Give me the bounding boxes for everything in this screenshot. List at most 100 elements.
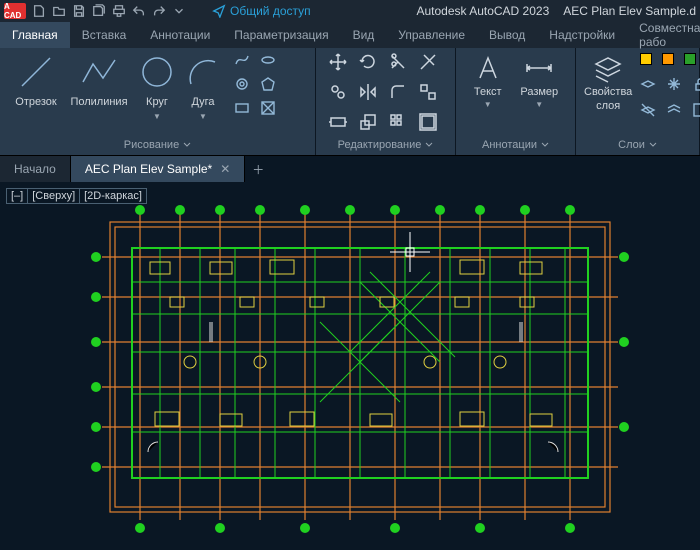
ribbon-tab-annotate[interactable]: Аннотации bbox=[138, 22, 222, 48]
drawing-canvas[interactable]: [–] [Сверху] [2D-каркас] bbox=[0, 182, 700, 548]
panel-draw-title-label: Рисование bbox=[124, 139, 179, 151]
panel-annotation-title[interactable]: Аннотации bbox=[464, 135, 567, 155]
layers-icon bbox=[592, 52, 624, 84]
panel-modify-title[interactable]: Редактирование bbox=[324, 135, 447, 155]
open-icon[interactable] bbox=[52, 4, 66, 18]
product-name: Autodesk AutoCAD 2023 bbox=[417, 4, 550, 18]
layer-lock-icon[interactable] bbox=[692, 76, 700, 92]
arc-icon bbox=[183, 52, 223, 92]
panel-layers-title-label: Слои bbox=[618, 139, 645, 151]
layer-freeze-icon[interactable] bbox=[666, 76, 682, 92]
doc-tab-current-label: AEC Plan Elev Sample* bbox=[85, 162, 212, 176]
polyline-icon bbox=[79, 52, 119, 92]
spline-icon[interactable] bbox=[234, 52, 250, 68]
chevron-down-icon bbox=[425, 141, 433, 149]
layer-state-row[interactable]: TEX bbox=[640, 52, 700, 66]
redo-icon[interactable] bbox=[152, 4, 166, 18]
layer-props-label1: Свойства bbox=[584, 86, 632, 98]
chevron-down-icon: ▼ bbox=[153, 112, 161, 121]
tool-dimension[interactable]: Размер ▼ bbox=[512, 52, 567, 109]
share-label: Общий доступ bbox=[230, 4, 311, 18]
layer-off-icon[interactable] bbox=[640, 102, 656, 118]
panel-annotation-title-label: Аннотации bbox=[482, 139, 537, 151]
sun-icon bbox=[662, 53, 674, 65]
text-icon bbox=[472, 52, 504, 84]
app-menu-button[interactable]: A CAD bbox=[4, 3, 26, 19]
ribbon-tab-home[interactable]: Главная bbox=[0, 22, 70, 48]
ribbon-tab-manage[interactable]: Управление bbox=[386, 22, 477, 48]
lock-icon bbox=[684, 53, 696, 65]
mirror-icon[interactable] bbox=[358, 82, 378, 102]
move-icon[interactable] bbox=[328, 52, 348, 72]
ribbon: Отрезок Полилиния Круг ▼ Дуга ▼ bbox=[0, 48, 700, 156]
tool-dim-label: Размер bbox=[520, 86, 558, 98]
ribbon-tab-insert[interactable]: Вставка bbox=[70, 22, 139, 48]
chevron-down-icon: ▼ bbox=[535, 100, 543, 109]
undo-icon[interactable] bbox=[132, 4, 146, 18]
rotate-icon[interactable] bbox=[358, 52, 378, 72]
title-bar-text: Autodesk AutoCAD 2023 AEC Plan Elev Samp… bbox=[417, 4, 697, 18]
plot-icon[interactable] bbox=[112, 4, 126, 18]
tool-polyline[interactable]: Полилиния bbox=[64, 52, 134, 132]
tool-circle[interactable]: Круг ▼ bbox=[134, 52, 180, 132]
new-icon[interactable] bbox=[32, 4, 46, 18]
save-icon[interactable] bbox=[72, 4, 86, 18]
fillet-icon[interactable] bbox=[388, 82, 408, 102]
copy-icon[interactable] bbox=[328, 82, 348, 102]
panel-layers-title[interactable]: Слои bbox=[584, 135, 691, 155]
ribbon-tab-view[interactable]: Вид bbox=[341, 22, 387, 48]
tool-arc[interactable]: Дуга ▼ bbox=[180, 52, 226, 132]
qat-dropdown-icon[interactable] bbox=[172, 4, 186, 18]
tool-line[interactable]: Отрезок bbox=[8, 52, 64, 132]
stretch-icon[interactable] bbox=[328, 112, 348, 132]
document-tab-strip: Начало AEC Plan Elev Sample* ✕ ＋ bbox=[0, 156, 700, 182]
panel-layers: Свойства слоя TEX bbox=[576, 48, 700, 155]
close-icon[interactable]: ✕ bbox=[220, 162, 230, 176]
chevron-down-icon: ▼ bbox=[199, 112, 207, 121]
panel-draw: Отрезок Полилиния Круг ▼ Дуга ▼ bbox=[0, 48, 316, 155]
panel-draw-title[interactable]: Рисование bbox=[8, 135, 307, 155]
tool-text-label: Текст bbox=[474, 86, 502, 98]
scale-icon[interactable] bbox=[358, 112, 378, 132]
ribbon-tab-strip: Главная Вставка Аннотации Параметризация… bbox=[0, 22, 700, 48]
saveall-icon[interactable] bbox=[92, 4, 106, 18]
tool-arc-label: Дуга bbox=[191, 96, 214, 108]
doc-tab-start-label: Начало bbox=[14, 162, 56, 176]
tool-text[interactable]: Текст ▼ bbox=[464, 52, 512, 109]
region-icon[interactable] bbox=[260, 100, 276, 116]
doc-tab-start[interactable]: Начало bbox=[0, 156, 71, 182]
layer-props-label2: слоя bbox=[596, 100, 620, 112]
tool-layer-properties[interactable]: Свойства слоя bbox=[584, 52, 632, 112]
dimension-icon bbox=[523, 52, 555, 84]
ellipse-icon[interactable] bbox=[260, 52, 276, 68]
hatch-icon[interactable] bbox=[234, 76, 250, 92]
rectangle-icon[interactable] bbox=[234, 100, 250, 116]
panel-modify-title-label: Редактирование bbox=[338, 139, 422, 151]
explode-icon[interactable] bbox=[418, 82, 438, 102]
offset-icon[interactable] bbox=[418, 112, 438, 132]
polygon-icon[interactable] bbox=[260, 76, 276, 92]
chevron-down-icon: ▼ bbox=[484, 100, 492, 109]
layer-walk-icon[interactable] bbox=[692, 102, 700, 118]
bulb-icon bbox=[640, 53, 652, 65]
trim-icon[interactable] bbox=[388, 52, 408, 72]
chevron-down-icon bbox=[649, 141, 657, 149]
cad-drawing bbox=[60, 202, 660, 542]
array-icon[interactable] bbox=[388, 112, 408, 132]
quick-access-toolbar: A CAD Общий доступ Autodesk AutoCAD 2023… bbox=[0, 0, 700, 22]
ribbon-tab-addins[interactable]: Надстройки bbox=[537, 22, 627, 48]
line-icon bbox=[16, 52, 56, 92]
viewport-minmax[interactable]: [–] bbox=[6, 188, 28, 204]
panel-annotation: Текст ▼ Размер ▼ Аннотации bbox=[456, 48, 576, 155]
share-button[interactable]: Общий доступ bbox=[212, 4, 311, 18]
ribbon-tab-collab[interactable]: Совместная рабо bbox=[627, 22, 700, 48]
ribbon-tab-parametric[interactable]: Параметризация bbox=[222, 22, 340, 48]
new-tab-button[interactable]: ＋ bbox=[245, 156, 271, 182]
doc-tab-current[interactable]: AEC Plan Elev Sample* ✕ bbox=[71, 156, 245, 182]
tool-polyline-label: Полилиния bbox=[70, 96, 127, 108]
erase-icon[interactable] bbox=[418, 52, 438, 72]
layer-iso-icon[interactable] bbox=[640, 76, 656, 92]
layer-prev-icon[interactable] bbox=[666, 102, 682, 118]
ribbon-tab-output[interactable]: Вывод bbox=[477, 22, 537, 48]
panel-modify: Редактирование bbox=[316, 48, 456, 155]
